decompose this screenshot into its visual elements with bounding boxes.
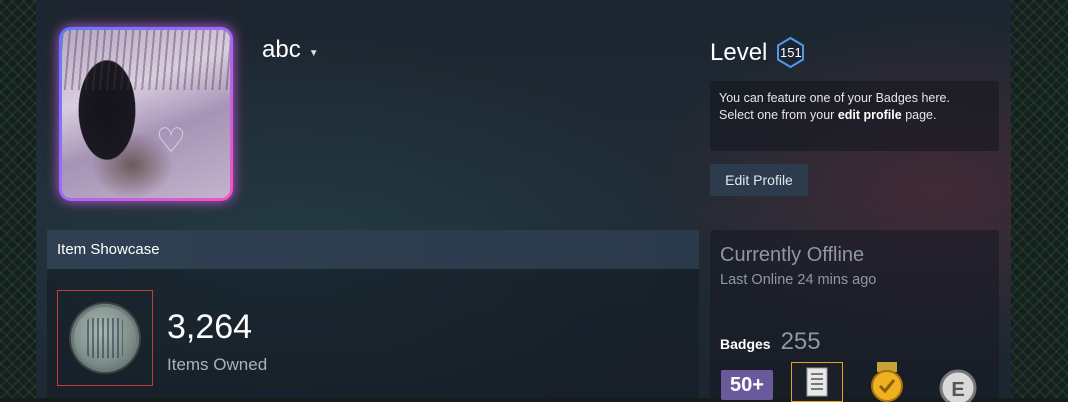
item-showcase: Item Showcase 3,264 Items Owned [47,230,699,398]
badges-link[interactable]: Badges 255 [720,328,821,356]
items-owned-count: 3,264 [167,308,253,346]
level-badge[interactable]: 151 [774,36,807,69]
level-number: 151 [780,45,802,60]
letter-e-badge-icon[interactable]: E [933,362,983,402]
persona-name: abc [262,36,301,63]
level-section: Level 151 [710,36,807,69]
persona-name-dropdown[interactable]: abc ▼ [262,36,319,64]
showcase-item-slot[interactable] [57,290,153,386]
items-owned-label: Items Owned [167,355,268,374]
badges-count: 255 [780,328,821,355]
featured-badge-placeholder: You can feature one of your Badges here.… [710,81,999,151]
feature-text-line-1: You can feature one of your Badges here. [719,91,950,105]
edit-profile-button[interactable]: Edit Profile [710,164,808,196]
caret-down-icon: ▼ [308,47,319,59]
avatar[interactable]: ♡ [62,30,230,198]
feature-text-2a: Select one from your [719,108,838,122]
avatar-frame: ♡ [59,27,233,201]
feature-text-line-2: Select one from your edit profile page. [719,107,999,124]
medal-badge-icon[interactable] [865,362,909,402]
badges-label: Badges [720,336,771,352]
book-badge-graphic [806,367,828,397]
book-badge-icon[interactable] [791,362,843,402]
showcase-header: Item Showcase [47,230,699,269]
online-status: Currently Offline [720,244,865,266]
last-online: Last Online 24 mins ago [720,272,877,288]
edit-profile-link[interactable]: edit profile [838,108,902,122]
feature-text-2c: page. [901,108,937,122]
level-label: Level [710,38,768,66]
profile-page: ♡ abc ▼ Level 151 You can feature one of… [36,0,1011,402]
status-panel: Currently Offline Last Online 24 mins ag… [710,230,999,402]
fifty-plus-badge-icon[interactable]: 50+ [721,370,773,400]
coin-item-icon [71,304,139,372]
background-pattern-right [1011,0,1068,398]
avatar-image-grass [62,30,230,90]
avatar-image-heart: ♡ [155,122,187,160]
background-pattern-left [0,0,36,398]
